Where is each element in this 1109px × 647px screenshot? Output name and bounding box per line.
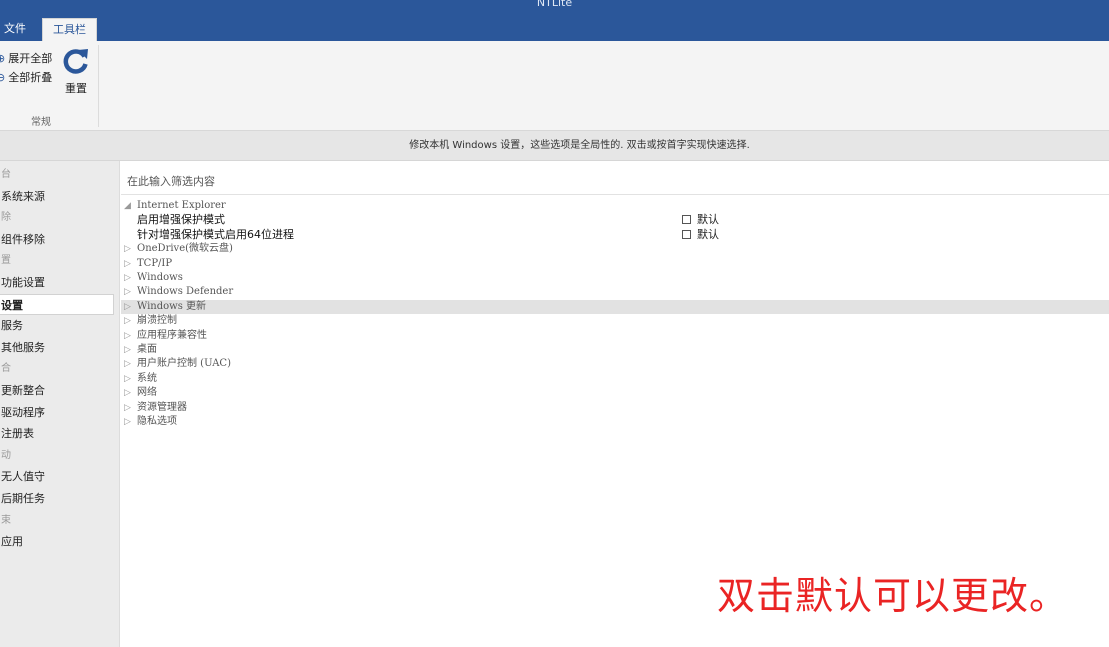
collapse-arrow-icon: ▷ xyxy=(124,301,131,312)
sidebar-item[interactable]: 功能设置 xyxy=(0,272,114,293)
tree-group-label: 网络 xyxy=(137,387,157,399)
tree-group[interactable]: ▷ TCP/IP xyxy=(121,257,1109,271)
ribbon-group-separator xyxy=(98,45,99,127)
tree-group-label: 崩溃控制 xyxy=(137,315,177,327)
tab-toolbar[interactable]: 工具栏 xyxy=(42,18,97,41)
sidebar-item[interactable]: 后期任务 xyxy=(0,488,114,509)
collapse-arrow-icon: ▷ xyxy=(124,287,131,298)
collapse-arrow-icon: ▷ xyxy=(124,273,131,283)
expand-icon: ⊕ xyxy=(0,52,6,65)
collapse-arrow-icon: ▷ xyxy=(124,345,131,355)
collapse-arrow-icon: ▷ xyxy=(124,258,131,269)
sidebar: 台系统来源除组件移除置功能设置 设置 服务 其他服务合更新整合 驱动程序 注册表动无人值守… xyxy=(0,161,120,647)
sidebar-section-header: 合 xyxy=(1,363,11,375)
title-bar: NTLite 文件 工具栏 xyxy=(0,0,1109,41)
tree-group-label: 应用程序兼容性 xyxy=(137,329,207,341)
setting-value-text: 默认 xyxy=(697,213,719,227)
collapse-all-button[interactable]: ⊖ 全部折叠 xyxy=(0,69,52,85)
tree-group-label: TCP/IP xyxy=(137,257,173,269)
annotation-text: 双击默认可以更改。 xyxy=(717,574,1069,618)
reset-button[interactable]: 重置 xyxy=(58,47,94,99)
sidebar-item[interactable]: 系统来源 xyxy=(0,186,114,207)
sidebar-item[interactable]: 驱动程序 xyxy=(0,402,114,423)
tree-group-label: 隐私选项 xyxy=(137,416,177,427)
collapse-arrow-icon: ▷ xyxy=(124,402,131,413)
sidebar-item[interactable]: 应用 xyxy=(0,531,114,552)
collapse-arrow-icon: ▷ xyxy=(124,388,131,399)
checkbox-icon[interactable] xyxy=(682,215,691,225)
info-bar: 修改本机 Windows 设置，这些选项是全局性的. 双击或按首字实现快速选择. xyxy=(0,131,1109,161)
collapse-arrow-icon: ▷ xyxy=(124,359,131,370)
tree-group[interactable]: ▷ 桌面 xyxy=(121,343,1109,357)
tree-group[interactable]: ▷ 用户账户控制 (UAC) xyxy=(121,357,1109,371)
setting-value-text: 默认 xyxy=(697,227,719,241)
collapse-arrow-icon: ▷ xyxy=(124,316,131,327)
filter-input[interactable] xyxy=(121,167,721,195)
filter-bar xyxy=(121,167,1109,195)
sidebar-section-header: 置 xyxy=(1,255,11,267)
tree-group-expanded[interactable]: ◢ Internet Explorer xyxy=(121,199,1109,213)
tree-group[interactable]: ▷ Windows xyxy=(121,271,1109,285)
tree-group[interactable]: ▷ 隐私选项 xyxy=(121,415,1109,429)
tree-group[interactable]: ▷ OneDrive(微软云盘) xyxy=(121,242,1109,256)
tree-group[interactable]: ▷ 资源管理器 xyxy=(121,401,1109,415)
collapse-arrow-icon: ▷ xyxy=(124,244,131,255)
expand-all-button[interactable]: ⊕ 展开全部 xyxy=(0,50,52,66)
tree-group-label: 用户账户控制 (UAC) xyxy=(137,358,231,370)
ribbon: ⊕ 展开全部 ⊖ 全部折叠 重置 常规 xyxy=(0,41,1109,131)
tab-file[interactable]: 文件 xyxy=(0,18,34,41)
expand-arrow-icon: ◢ xyxy=(124,201,131,211)
setting-label: 针对增强保护模式启用64位进程 xyxy=(137,227,294,241)
sidebar-section-header: 台 xyxy=(1,169,11,180)
tree-setting-row[interactable]: 针对增强保护模式启用64位进程 默认 xyxy=(121,228,1109,242)
sidebar-item[interactable]: 其他服务 xyxy=(0,337,114,358)
tree-setting-row[interactable]: 启用增强保护模式 默认 xyxy=(121,213,1109,227)
sidebar-item[interactable]: 注册表 xyxy=(0,423,114,444)
sidebar-section-header: 束 xyxy=(1,514,11,526)
sidebar-item[interactable]: 设置 xyxy=(0,293,114,315)
app-title: NTLite xyxy=(536,0,573,9)
tree-group-label: 桌面 xyxy=(137,344,157,355)
setting-value: 默认 xyxy=(682,228,719,242)
ribbon-group-label: 常规 xyxy=(31,117,51,128)
collapse-arrow-icon: ▷ xyxy=(124,330,131,341)
setting-value: 默认 xyxy=(682,213,719,227)
refresh-icon xyxy=(63,49,88,74)
collapse-all-label: 全部折叠 xyxy=(8,71,53,84)
tree-group-label: Windows 更新 xyxy=(137,300,207,312)
tree-group-label: Windows xyxy=(137,272,183,283)
tree-group-label: Internet Explorer xyxy=(137,200,226,211)
sidebar-section-header: 除 xyxy=(1,212,11,224)
sidebar-item[interactable]: 更新整合 xyxy=(0,380,114,401)
sidebar-item[interactable]: 无人值守 xyxy=(0,466,114,487)
tree-group[interactable]: ▷ 系统 xyxy=(121,372,1109,386)
tree-group[interactable]: ▷ Windows Defender xyxy=(121,285,1109,299)
tree-group[interactable]: ▷ 应用程序兼容性 xyxy=(121,329,1109,343)
tree-group-label: 系统 xyxy=(137,372,157,384)
expand-all-label: 展开全部 xyxy=(8,52,53,65)
sidebar-item[interactable]: 组件移除 xyxy=(0,229,114,250)
tree-group-label: OneDrive(微软云盘) xyxy=(137,243,233,255)
reset-label: 重置 xyxy=(65,82,87,95)
checkbox-icon[interactable] xyxy=(682,229,691,239)
sidebar-section-header: 动 xyxy=(1,449,11,461)
settings-panel: ◢Internet Explorer启用增强保护模式默认针对增强保护模式启用64… xyxy=(121,161,1109,647)
tree-group[interactable]: ▷ Windows 更新 xyxy=(121,299,1109,315)
sidebar-item[interactable]: 服务 xyxy=(0,315,114,336)
collapse-arrow-icon: ▷ xyxy=(124,373,131,384)
tree-group[interactable]: ▷ 网络 xyxy=(121,386,1109,400)
tree-group[interactable]: ▷ 崩溃控制 xyxy=(121,314,1109,328)
tree-group-label: 资源管理器 xyxy=(137,401,187,413)
collapse-icon: ⊖ xyxy=(0,71,6,84)
collapse-arrow-icon: ▷ xyxy=(124,417,131,427)
setting-label: 启用增强保护模式 xyxy=(137,213,225,227)
tree-group-label: Windows Defender xyxy=(137,286,234,298)
